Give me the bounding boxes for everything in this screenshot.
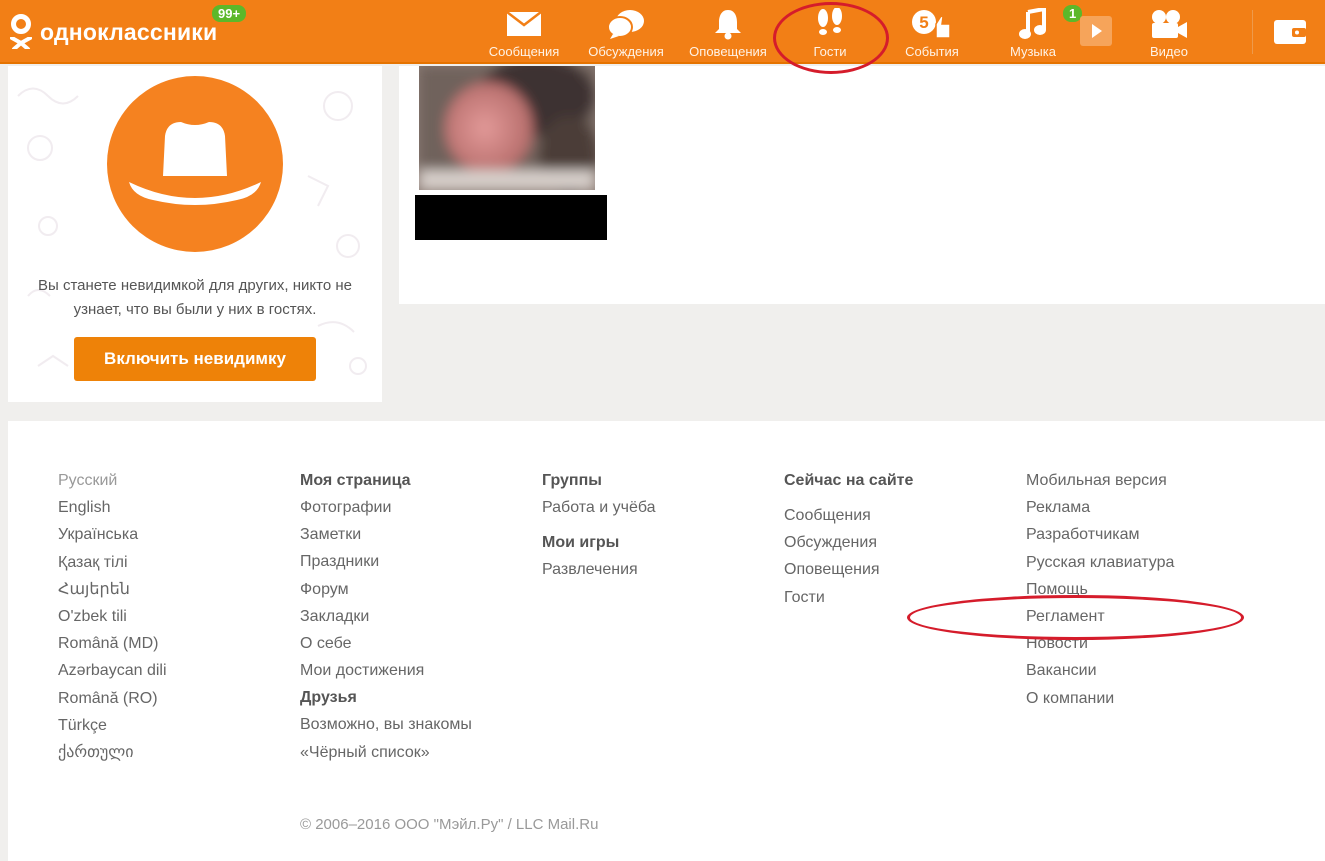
footer-link[interactable]: Возможно, вы знакомы bbox=[300, 714, 472, 741]
language-link[interactable]: Հայերեն bbox=[58, 579, 167, 606]
footer-link[interactable]: Новости bbox=[1026, 633, 1174, 660]
footer-languages: Русский English Українська Қазақ тілі Հա… bbox=[58, 470, 167, 769]
notifications-badge: 99+ bbox=[210, 3, 249, 24]
nav-notifications[interactable]: Оповещения bbox=[680, 8, 776, 59]
footer-link[interactable]: О компании bbox=[1026, 688, 1174, 715]
language-link[interactable]: Română (RO) bbox=[58, 688, 167, 715]
nav-messages-label: Сообщения bbox=[488, 44, 560, 59]
coin-like-icon: 5 bbox=[912, 10, 951, 39]
footer-link[interactable]: Гости bbox=[784, 587, 913, 614]
nav-guests-label: Гости bbox=[813, 44, 847, 59]
nav-events-label: События bbox=[905, 44, 959, 59]
guest-name-redacted bbox=[415, 195, 607, 240]
svg-text:5: 5 bbox=[919, 13, 928, 32]
footer-link[interactable]: Русская клавиатура bbox=[1026, 552, 1174, 579]
footer-link[interactable]: Форум bbox=[300, 579, 472, 606]
music-note-icon bbox=[1019, 8, 1046, 39]
footer-online-head: Сейчас на сайте bbox=[784, 472, 914, 489]
nav-guests[interactable]: Гости bbox=[782, 8, 878, 59]
guest-avatar[interactable] bbox=[419, 66, 595, 190]
language-link[interactable]: Українська bbox=[58, 524, 167, 551]
footer-link[interactable]: «Чёрный список» bbox=[300, 742, 472, 769]
bell-icon bbox=[715, 10, 741, 40]
nav-divider bbox=[1252, 10, 1253, 54]
footer: Русский English Українська Қазақ тілі Հա… bbox=[8, 421, 1325, 861]
footer-link[interactable]: Праздники bbox=[300, 551, 472, 578]
footer-link[interactable]: Мобильная версия bbox=[1026, 470, 1174, 497]
footer-groups-head[interactable]: Группы bbox=[542, 470, 656, 497]
ok-logo-icon bbox=[8, 12, 34, 52]
language-link[interactable]: O'zbek tili bbox=[58, 606, 167, 633]
language-link[interactable]: ქართული bbox=[58, 742, 167, 769]
footer-link[interactable]: Развлечения bbox=[542, 559, 656, 586]
footer-friends-head[interactable]: Друзья bbox=[300, 687, 472, 714]
enable-invisible-button[interactable]: Включить невидимку bbox=[74, 337, 316, 381]
footer-link[interactable]: Вакансии bbox=[1026, 660, 1174, 687]
chat-bubbles-icon bbox=[607, 10, 644, 39]
footer-my-page: Моя страница Фотографии Заметки Праздник… bbox=[300, 470, 472, 769]
footer-link[interactable]: Реклама bbox=[1026, 497, 1174, 524]
footer-link[interactable]: Закладки bbox=[300, 606, 472, 633]
nav-discussions-label: Обсуждения bbox=[588, 44, 664, 59]
footer-link[interactable]: Мои достижения bbox=[300, 660, 472, 687]
envelope-icon bbox=[506, 11, 542, 36]
nav-notifications-label: Оповещения bbox=[689, 44, 767, 59]
wallet-icon[interactable] bbox=[1272, 16, 1308, 46]
footer-games-head[interactable]: Мои игры bbox=[542, 532, 656, 559]
video-play-icon[interactable] bbox=[1080, 16, 1112, 46]
language-link[interactable]: English bbox=[58, 497, 167, 524]
video-camera-icon bbox=[1152, 10, 1187, 38]
language-current: Русский bbox=[58, 472, 118, 489]
language-link[interactable]: Türkçe bbox=[58, 715, 167, 742]
footer-link[interactable]: Обсуждения bbox=[784, 532, 913, 559]
footer-link[interactable]: О себе bbox=[300, 633, 472, 660]
footer-link[interactable]: Оповещения bbox=[784, 559, 913, 586]
invisible-hat-icon bbox=[107, 76, 283, 252]
language-link[interactable]: Română (MD) bbox=[58, 633, 167, 660]
logo-text: одноклассники bbox=[40, 18, 218, 45]
invisible-description: Вы станете невидимкой для других, никто … bbox=[37, 277, 352, 318]
copyright: © 2006–2016 ООО "Мэйл.Ру" / LLC Mail.Ru bbox=[300, 816, 599, 833]
nav-video[interactable]: Видео bbox=[1121, 8, 1217, 59]
footprints-icon bbox=[818, 8, 842, 35]
footer-groups: Группы Работа и учёба Мои игры Развлечен… bbox=[542, 470, 656, 586]
footer-my-page-head[interactable]: Моя страница bbox=[300, 470, 472, 497]
footer-link-reglament[interactable]: Регламент bbox=[1026, 606, 1174, 633]
footer-info: Мобильная версия Реклама Разработчикам Р… bbox=[1026, 470, 1174, 715]
guests-list bbox=[399, 66, 1325, 304]
top-bar: одноклассники 99+ Сообщения Обсуждения О… bbox=[0, 0, 1325, 64]
nav-video-label: Видео bbox=[1150, 44, 1188, 59]
nav-messages[interactable]: Сообщения bbox=[476, 8, 572, 59]
footer-link[interactable]: Помощь bbox=[1026, 579, 1174, 606]
nav-discussions[interactable]: Обсуждения bbox=[578, 8, 674, 59]
footer-online: Сейчас на сайте Сообщения Обсуждения Опо… bbox=[784, 470, 913, 614]
footer-link[interactable]: Заметки bbox=[300, 524, 472, 551]
invisible-promo-card: Вы станете невидимкой для других, никто … bbox=[8, 66, 382, 402]
logo[interactable]: одноклассники bbox=[8, 12, 217, 52]
language-link[interactable]: Azərbaycan dili bbox=[58, 660, 167, 687]
footer-link[interactable]: Работа и учёба bbox=[542, 497, 656, 524]
nav-music-label: Музыка bbox=[1010, 44, 1056, 59]
footer-link[interactable]: Сообщения bbox=[784, 505, 913, 532]
footer-link[interactable]: Разработчикам bbox=[1026, 524, 1174, 551]
nav-events[interactable]: 5 События bbox=[884, 8, 980, 59]
footer-link[interactable]: Фотографии bbox=[300, 497, 472, 524]
language-link[interactable]: Қазақ тілі bbox=[58, 552, 167, 579]
